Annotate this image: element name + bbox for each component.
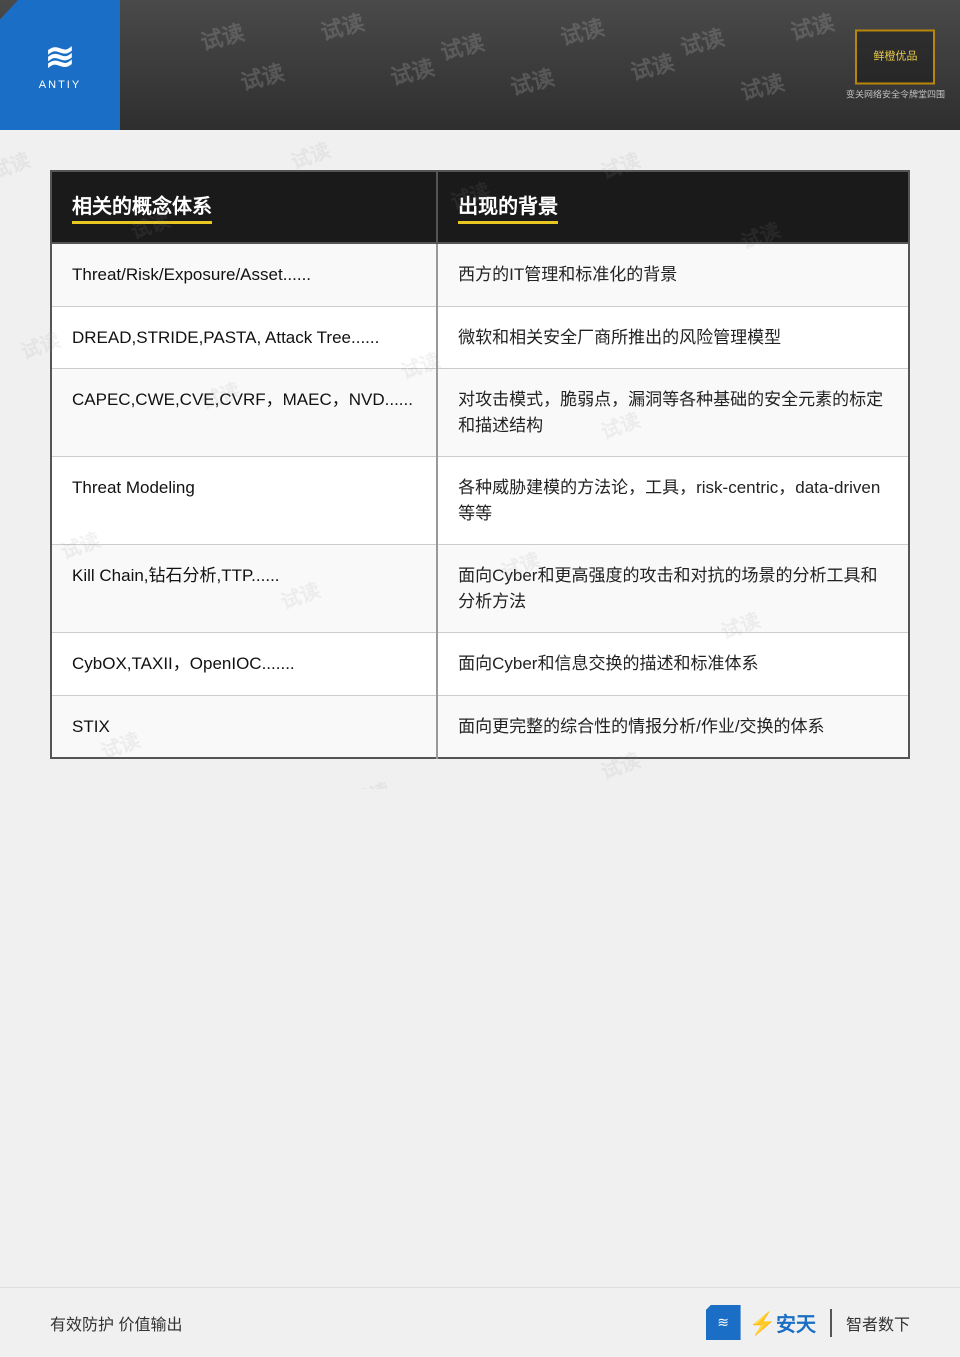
- concept-table: 相关的概念体系 出现的背景 Threat/Risk/Exposure/Asset…: [50, 170, 910, 759]
- header: ≋ ANTIY 试读 试读 试读 试读 试读 试读 试读 试读 试读 试读 试读…: [0, 0, 960, 130]
- table-cell-col1: STIX: [51, 695, 437, 758]
- watermark-10: 试读: [627, 45, 678, 87]
- brand-logo-inner: 鲜橙优品: [873, 50, 917, 64]
- footer-antiy-brand: 安天: [776, 1314, 816, 1336]
- main-content: 试读 试读 试读 试读 试读 试读 试读 试读 试读 试读 试读 试读 试读 试…: [0, 130, 960, 789]
- table-row: CybOX,TAXII，OpenIOC.......面向Cyber和信息交换的描…: [51, 633, 909, 696]
- col2-header-text: 出现的背景: [458, 190, 558, 224]
- footer-left-text: 有效防护 价值输出: [50, 1311, 182, 1335]
- table-row: CAPEC,CWE,CVE,CVRF，MAEC，NVD......对攻击模式，脆…: [51, 369, 909, 457]
- footer-right: ≋ ⚡安天 智者数下: [706, 1305, 910, 1340]
- watermark-5: 试读: [677, 20, 728, 62]
- table-cell-col2: 面向Cyber和更高强度的攻击和对抗的场景的分析工具和分析方法: [437, 545, 909, 633]
- table-cell-col1: Threat/Risk/Exposure/Asset......: [51, 243, 437, 306]
- watermark-11: 试读: [737, 65, 788, 107]
- brand-logo-box: 鲜橙优品: [855, 30, 935, 85]
- logo-text: ANTIY: [39, 79, 81, 91]
- table-cell-col1: CAPEC,CWE,CVE,CVRF，MAEC，NVD......: [51, 369, 437, 457]
- header-watermark-area: 试读 试读 试读 试读 试读 试读 试读 试读 试读 试读 试读: [120, 0, 960, 130]
- mw-3: 试读: [286, 134, 334, 175]
- watermark-9: 试读: [507, 60, 558, 102]
- footer-lightning: ⚡: [749, 1311, 776, 1336]
- header-brand: 鲜橙优品 变关网络安全令牌堂四围: [846, 30, 945, 101]
- footer-logo-icon: ≋: [706, 1305, 741, 1340]
- footer-logo: ≋: [706, 1305, 741, 1340]
- table-row: Threat Modeling各种威胁建模的方法论，工具，risk-centri…: [51, 457, 909, 545]
- table-row: Kill Chain,钻石分析,TTP......面向Cyber和更高强度的攻击…: [51, 545, 909, 633]
- footer-brand-text: ⚡安天: [749, 1308, 816, 1337]
- col1-header-text: 相关的概念体系: [72, 190, 212, 224]
- table-cell-col2: 西方的IT管理和标准化的背景: [437, 243, 909, 306]
- watermark-1: 试读: [197, 15, 248, 57]
- table-cell-col2: 面向Cyber和信息交换的描述和标准体系: [437, 633, 909, 696]
- brand-subtitle: 变关网络安全令牌堂四围: [846, 88, 945, 101]
- footer-divider: [830, 1309, 832, 1337]
- logo-icon: ≋: [45, 39, 75, 75]
- table-cell-col1: CybOX,TAXII，OpenIOC.......: [51, 633, 437, 696]
- table-row: STIX面向更完整的综合性的情报分析/作业/交换的体系: [51, 695, 909, 758]
- watermark-3: 试读: [437, 25, 488, 67]
- table-row: DREAD,STRIDE,PASTA, Attack Tree......微软和…: [51, 306, 909, 369]
- table-header-row: 相关的概念体系 出现的背景: [51, 171, 909, 243]
- table-cell-col1: DREAD,STRIDE,PASTA, Attack Tree......: [51, 306, 437, 369]
- table-cell-col2: 微软和相关安全厂商所推出的风险管理模型: [437, 306, 909, 369]
- table-cell-col2: 各种威胁建模的方法论，工具，risk-centric，data-driven等等: [437, 457, 909, 545]
- watermark-6: 试读: [787, 5, 838, 47]
- table-row: Threat/Risk/Exposure/Asset......西方的IT管理和…: [51, 243, 909, 306]
- mw-1: 试读: [0, 144, 34, 185]
- col2-header: 出现的背景: [437, 171, 909, 243]
- table-cell-col1: Kill Chain,钻石分析,TTP......: [51, 545, 437, 633]
- watermark-2: 试读: [317, 5, 368, 47]
- table-body: Threat/Risk/Exposure/Asset......西方的IT管理和…: [51, 243, 909, 758]
- table-cell-col2: 面向更完整的综合性的情报分析/作业/交换的体系: [437, 695, 909, 758]
- table-cell-col1: Threat Modeling: [51, 457, 437, 545]
- watermark-7: 试读: [237, 55, 288, 97]
- mw-16: 试读: [346, 774, 394, 789]
- footer-logo-symbol: ≋: [717, 1314, 729, 1331]
- logo-area: ≋ ANTIY: [0, 0, 120, 130]
- col1-header: 相关的概念体系: [51, 171, 437, 243]
- footer: 有效防护 价值输出 ≋ ⚡安天 智者数下: [0, 1287, 960, 1357]
- footer-tagline: 智者数下: [846, 1311, 910, 1335]
- watermark-4: 试读: [557, 10, 608, 52]
- watermark-8: 试读: [387, 50, 438, 92]
- table-cell-col2: 对攻击模式，脆弱点，漏洞等各种基础的安全元素的标定和描述结构: [437, 369, 909, 457]
